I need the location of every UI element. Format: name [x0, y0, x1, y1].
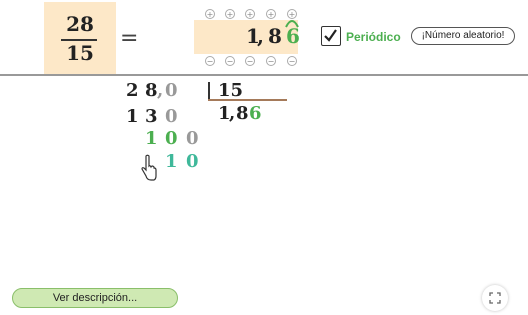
dividend-comma: , [157, 80, 164, 101]
quotient-digit: 6 [249, 103, 262, 124]
remainder-digit: 0 [165, 128, 178, 149]
dividend-digit: 0 [165, 80, 178, 101]
division-bracket-vertical [208, 82, 210, 100]
increase-stepper-3[interactable]: + [245, 9, 255, 19]
remainder-digit: 1 [145, 128, 158, 149]
decrease-stepper-3[interactable]: − [245, 56, 255, 66]
increase-stepper-4[interactable]: + [266, 9, 276, 19]
remainder-digit: 0 [165, 106, 178, 127]
remainder-digit: 1 [126, 106, 139, 127]
fraction-numerator: 28 [66, 12, 94, 36]
result-comma: , [257, 24, 264, 48]
divider [0, 74, 528, 76]
remainder-digit: 3 [145, 106, 158, 127]
description-button[interactable]: Ver descripción... [12, 288, 178, 308]
random-number-button[interactable]: ¡Número aleatorio! [411, 27, 515, 45]
check-icon [324, 29, 337, 42]
remainder-digit: 0 [186, 151, 199, 172]
fullscreen-icon [489, 292, 501, 304]
periodic-label[interactable]: Periódico [346, 30, 401, 44]
increase-stepper-2[interactable]: + [225, 9, 235, 19]
dividend-digit: 8 [145, 80, 158, 101]
result-digit-1: 8 [268, 24, 282, 48]
decrease-stepper-5[interactable]: − [287, 56, 297, 66]
remainder-digit: 1 [165, 151, 178, 172]
decrease-stepper-4[interactable]: − [266, 56, 276, 66]
fullscreen-button[interactable] [482, 285, 508, 311]
increase-stepper-1[interactable]: + [205, 9, 215, 19]
periodic-checkbox[interactable] [321, 26, 341, 46]
decrease-stepper-1[interactable]: − [205, 56, 215, 66]
hand-pointer-icon [141, 154, 157, 181]
quotient-digit: 8 [236, 103, 249, 124]
decrease-stepper-2[interactable]: − [225, 56, 235, 66]
equals-sign: = [120, 26, 139, 51]
quotient-comma: , [229, 103, 236, 124]
remainder-digit: 0 [186, 128, 199, 149]
increase-stepper-5[interactable]: + [287, 9, 297, 19]
dividend-digit: 2 [126, 80, 139, 101]
divisor: 15 [218, 80, 244, 101]
fraction-denominator: 15 [66, 41, 94, 65]
